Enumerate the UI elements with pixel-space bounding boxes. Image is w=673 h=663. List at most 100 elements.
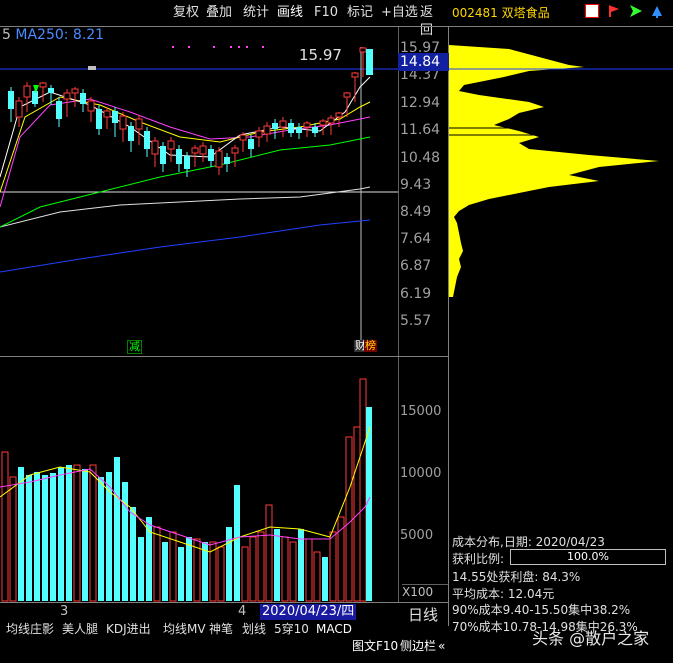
mark-button[interactable]: 标记 (344, 4, 376, 22)
tab-junxian-mv[interactable]: 均线MV (163, 621, 206, 637)
ma120-line (0, 186, 371, 228)
candle-body (8, 91, 14, 109)
volume-bar (217, 546, 225, 602)
pin-icon[interactable] (650, 4, 664, 18)
candle-body (96, 109, 102, 129)
volume-bar (73, 464, 81, 602)
back-button[interactable]: 返回 (417, 4, 448, 38)
candle-body (191, 147, 199, 154)
f10-button[interactable]: F10 (311, 4, 341, 22)
price-tick: 10.48 (400, 150, 441, 166)
volume-bar (345, 436, 353, 602)
volume-bar (34, 472, 40, 601)
tab-meirentui[interactable]: 美人腿 (62, 621, 98, 637)
candle-body (272, 123, 278, 129)
candle-body (184, 156, 190, 169)
tab-huaxian[interactable]: 划线 (242, 621, 266, 637)
candle-body (208, 149, 214, 161)
candle-body (87, 100, 95, 112)
document-icon[interactable] (585, 4, 599, 18)
candle-body (319, 120, 327, 126)
candle-body (359, 47, 367, 53)
volume-bar (130, 507, 136, 601)
candle-body (224, 157, 230, 164)
volume-bars (1, 378, 372, 602)
price-chart[interactable] (0, 27, 398, 356)
candle-body (167, 140, 175, 150)
rank-marker[interactable]: 榜 (364, 340, 377, 352)
volume-bar (9, 476, 17, 602)
volume-bar (66, 465, 72, 601)
candle-body (351, 72, 359, 78)
candle-body (215, 150, 223, 168)
chip-distribution (449, 45, 673, 297)
candle-body (296, 127, 302, 133)
volume-tick: 10000 (400, 466, 442, 481)
tab-macd[interactable]: MACD (316, 621, 352, 637)
f10-graphic-button[interactable]: 图文F10 (352, 638, 398, 654)
volume-unit: X100 (402, 584, 448, 601)
indicator-tabs: 均线庄影 美人腿 KDJ进出 均线MV 神笔 划线 5穿10 MACD (0, 620, 448, 638)
tab-5chuan10[interactable]: 5穿10 (274, 621, 309, 637)
volume-bar (89, 464, 97, 602)
volume-bar (322, 557, 328, 601)
cost-90: 90%成本9.40-15.50集中38.2% (452, 603, 631, 617)
candle-body (255, 130, 263, 138)
watermark: 头条 @散户之家 (532, 629, 650, 648)
volume-bar (241, 546, 249, 602)
draw-line-button[interactable]: 画线 (274, 4, 306, 22)
volume-bar (249, 536, 257, 602)
profit-ratio-bar: 100.0% (510, 549, 666, 565)
candle-body (288, 123, 294, 133)
month-label: 3 (60, 604, 69, 619)
profit-ratio-label: 获利比例: (452, 552, 505, 566)
tab-junxian-zhuangying[interactable]: 均线庄影 (6, 621, 54, 637)
reduce-marker[interactable]: 减 (127, 340, 142, 354)
tab-kdj[interactable]: KDJ进出 (106, 621, 151, 637)
volume-bar (162, 542, 168, 601)
volume-bar (58, 467, 64, 601)
candle-body (312, 127, 318, 133)
candles (8, 47, 373, 177)
volume-bar (1, 451, 9, 602)
volume-bar (313, 551, 321, 602)
selected-date: 2020/04/23/四 (260, 604, 357, 620)
overlay-button[interactable]: 叠加 (203, 4, 235, 22)
volume-bar (122, 482, 128, 601)
candle-body (71, 88, 79, 94)
candle-body (239, 134, 247, 141)
volume-chart[interactable] (0, 357, 398, 602)
price-tick: 5.57 (400, 313, 432, 329)
price-tick: 6.19 (400, 286, 432, 302)
ma250-line (0, 219, 371, 273)
tab-shenbi[interactable]: 神笔 (209, 621, 233, 637)
collapse-button[interactable]: « (438, 638, 445, 654)
price-tick: 9.43 (400, 177, 432, 193)
candle-body (80, 93, 86, 104)
volume-bar (274, 529, 280, 601)
volume-bar (26, 475, 32, 601)
volume-bar (265, 504, 273, 602)
flag-icon[interactable] (607, 4, 621, 18)
volume-bar (234, 485, 240, 601)
candle-body (15, 100, 23, 118)
volume-bar (146, 517, 152, 601)
statistics-button[interactable]: 统计 (240, 4, 272, 22)
average-cost: 平均成本: 12.04元 (452, 587, 555, 601)
volume-bar (169, 531, 177, 602)
volume-bar (329, 531, 337, 602)
volume-bar (289, 541, 297, 602)
sidebar-button[interactable]: 侧边栏 (400, 638, 436, 654)
ma10-line (0, 96, 371, 193)
price-tick: 7.64 (400, 231, 432, 247)
add-watchlist-button[interactable]: +自选 (378, 4, 421, 22)
header-icons (585, 4, 668, 20)
candle-body (112, 111, 118, 123)
month-label: 4 (238, 604, 247, 619)
fuquan-button[interactable]: 复权 (170, 4, 202, 22)
volume-bar (153, 526, 161, 602)
volume-bar (281, 536, 289, 602)
volume-bar (359, 378, 367, 602)
volume-bar (305, 538, 313, 602)
arrow-icon[interactable] (629, 4, 643, 18)
